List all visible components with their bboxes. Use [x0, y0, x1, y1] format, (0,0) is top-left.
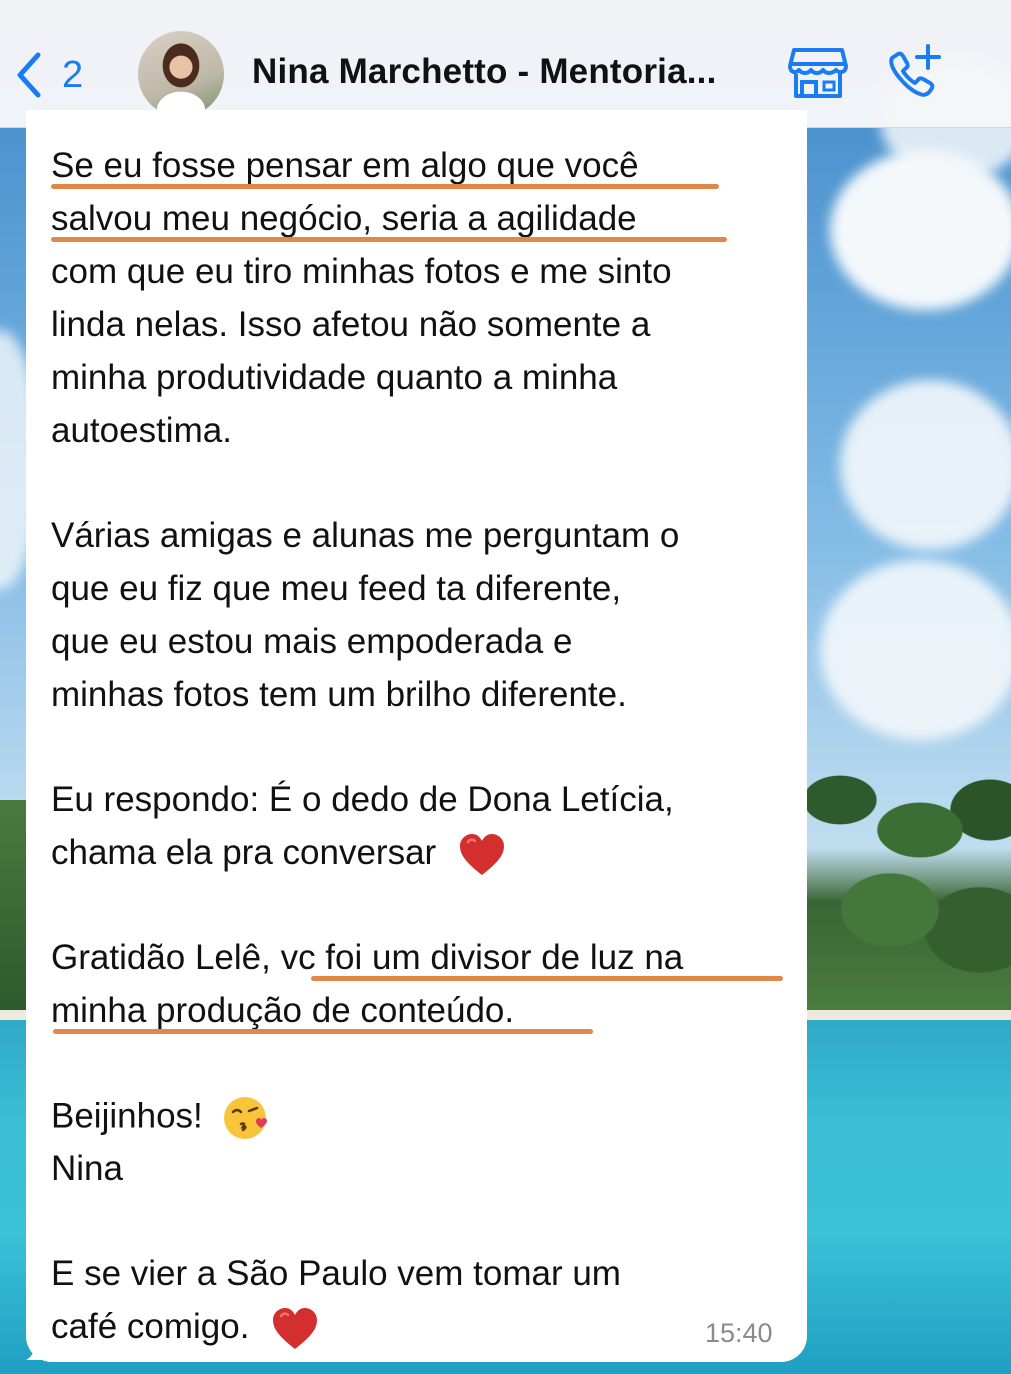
message-line: Se eu fosse pensar em algo que você	[51, 146, 639, 185]
wallpaper-cloud	[820, 560, 1011, 740]
add-call-icon[interactable]	[884, 44, 944, 100]
message-line: minhas fotos tem um brilho diferente.	[51, 675, 627, 714]
highlight-underline	[53, 1029, 593, 1034]
message-line: Nina	[51, 1149, 123, 1188]
message-line-with-emoji: café comigo.	[51, 1305, 319, 1349]
highlight-underline	[51, 184, 719, 189]
message-line-with-emoji: Beijinhos!	[51, 1094, 271, 1139]
heart-emoji-icon	[459, 833, 504, 875]
highlight-underline	[51, 237, 727, 242]
kiss-emoji-icon	[223, 1097, 267, 1139]
message-line: minha produtividade quanto a minha	[51, 358, 618, 397]
message-line: com que eu tiro minhas fotos e me sinto	[51, 252, 672, 291]
back-button[interactable]: 2	[14, 48, 104, 102]
message-line-text: café comigo.	[51, 1307, 250, 1346]
message-line: Gratidão Lelê, vc foi um divisor de luz …	[51, 938, 684, 977]
chevron-left-icon	[17, 52, 41, 98]
contact-avatar[interactable]	[138, 31, 224, 117]
wallpaper-cloud	[840, 380, 1011, 550]
message-line: E se vier a São Paulo vem tomar um	[51, 1254, 621, 1293]
unread-count: 2	[62, 53, 84, 96]
business-store-icon[interactable]	[788, 46, 848, 100]
chat-header: 2 Nina Marchetto - Mentoria...	[0, 0, 1011, 128]
message-line-text: chama ela pra conversar	[51, 833, 437, 872]
heart-emoji-icon	[273, 1307, 318, 1349]
message-line: autoestima.	[51, 411, 232, 450]
highlight-underline	[311, 976, 783, 981]
wallpaper-palm-trees	[800, 740, 1011, 1010]
message-line: salvou meu negócio, seria a agilidade	[51, 199, 637, 238]
contact-name[interactable]: Nina Marchetto - Mentoria...	[252, 52, 772, 92]
message-timestamp: 15:40	[705, 1318, 773, 1348]
message-bubble[interactable]	[26, 110, 807, 1362]
message-line-with-emoji: chama ela pra conversar	[51, 831, 506, 875]
message-line: que eu fiz que meu feed ta diferente,	[51, 569, 622, 608]
message-line: que eu estou mais empoderada e	[51, 622, 573, 661]
bubble-tail	[26, 1330, 54, 1360]
message-line: linda nelas. Isso afetou não somente a	[51, 305, 651, 344]
message-line-text: Beijinhos!	[51, 1096, 203, 1136]
message-line: minha produção de conteúdo.	[51, 991, 515, 1030]
message-line: Várias amigas e alunas me perguntam o	[51, 516, 680, 555]
message-line: Eu respondo: É o dedo de Dona Letícia,	[51, 780, 674, 819]
